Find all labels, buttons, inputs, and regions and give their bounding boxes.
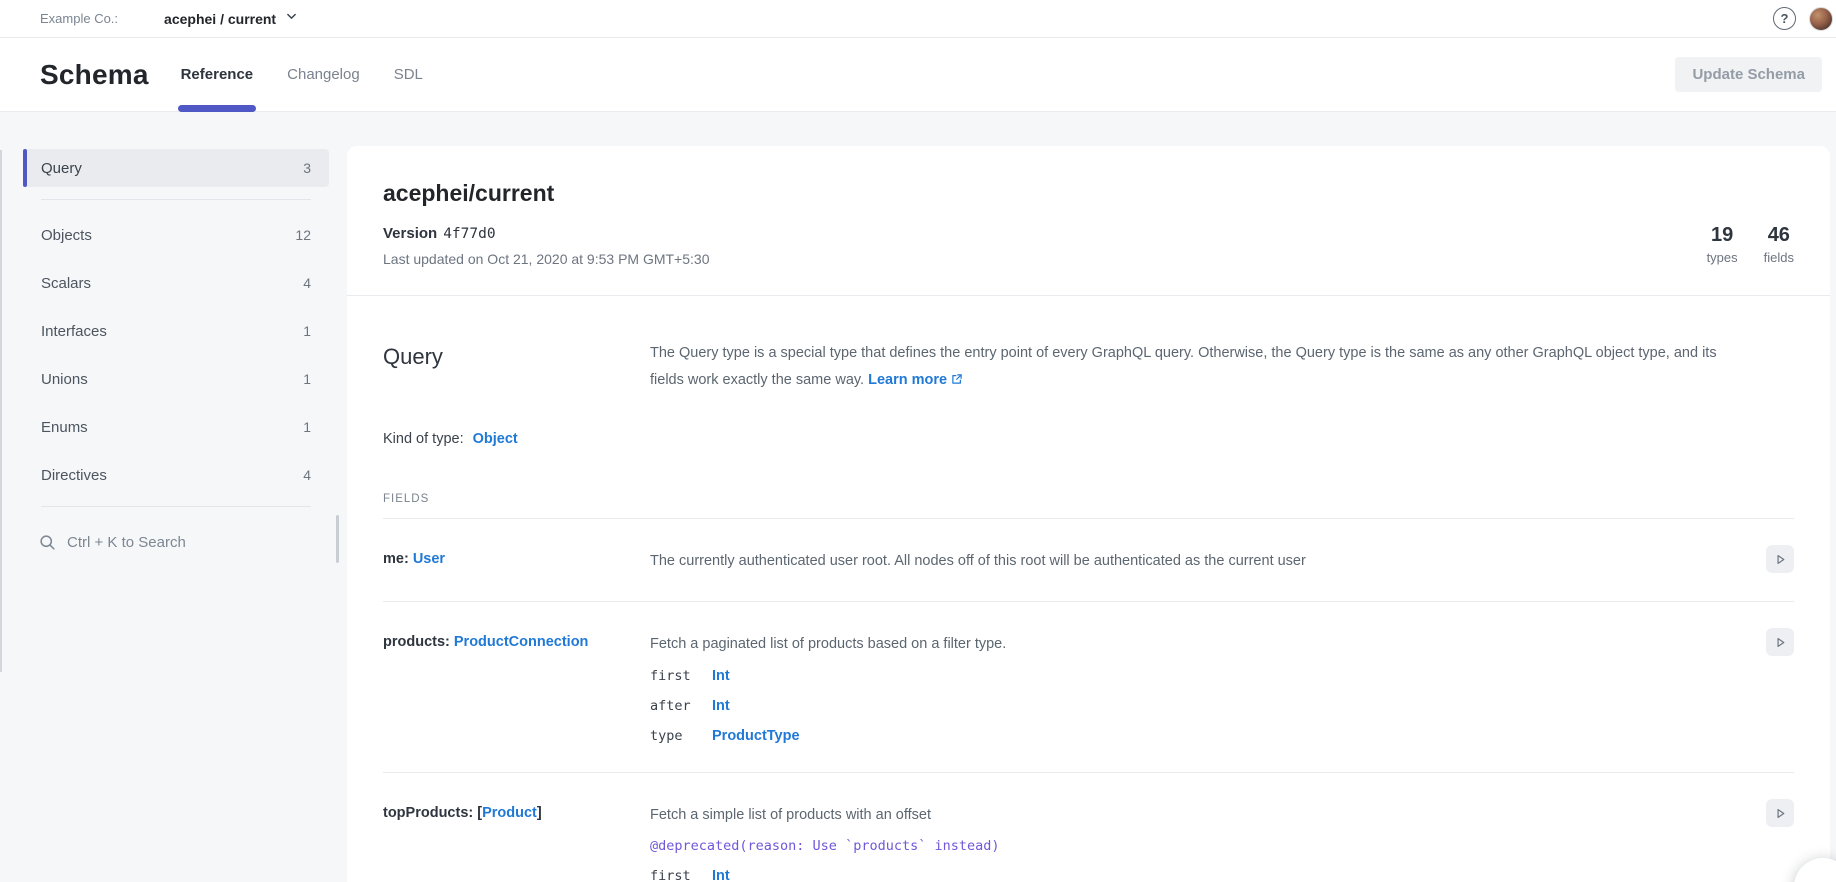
- top-bar: Example Co.: acephei / current ?: [0, 0, 1836, 38]
- content-area: Query 3 Objects 12 Scalars 4 Interfaces …: [0, 112, 1836, 882]
- field-row-products: products: ProductConnection Fetch a pagi…: [383, 602, 1794, 773]
- tab-bar: Reference Changelog SDL: [181, 38, 423, 111]
- kind-label: Kind of type:: [383, 431, 464, 447]
- left-scrollbar-track: [0, 150, 2, 672]
- run-query-button[interactable]: [1766, 545, 1794, 573]
- stat-label: fields: [1764, 250, 1794, 265]
- arg-name: first: [650, 868, 712, 882]
- arg-type-link[interactable]: Int: [712, 668, 730, 684]
- arg-type-link[interactable]: Int: [712, 698, 730, 714]
- learn-more-link[interactable]: Learn more: [868, 372, 963, 388]
- run-query-button[interactable]: [1766, 799, 1794, 827]
- external-link-icon: [951, 373, 963, 389]
- sidebar-item-count: 3: [303, 160, 311, 176]
- arg-type-link[interactable]: Int: [712, 868, 730, 882]
- kind-of-type-row: Kind of type: Object: [383, 431, 1794, 447]
- last-updated: Last updated on Oct 21, 2020 at 9:53 PM …: [383, 251, 709, 267]
- sidebar-scrollbar-thumb[interactable]: [336, 515, 339, 563]
- graph-selector-label: acephei / current: [164, 11, 276, 27]
- arg-name: type: [650, 728, 712, 744]
- sidebar-item-label: Enums: [41, 419, 88, 436]
- graph-title: acephei/current: [383, 180, 709, 207]
- schema-reference-card: acephei/current Version 4f77d0 Last updat…: [347, 146, 1830, 882]
- sidebar-item-label: Query: [41, 160, 82, 177]
- run-query-button[interactable]: [1766, 628, 1794, 656]
- sidebar-item-label: Interfaces: [41, 323, 107, 340]
- sidebar-item-objects[interactable]: Objects 12: [23, 216, 329, 254]
- play-icon: [1774, 807, 1787, 820]
- field-type-link[interactable]: Product: [482, 805, 537, 821]
- sidebar-item-scalars[interactable]: Scalars 4: [23, 264, 329, 302]
- type-description: The Query type is a special type that de…: [650, 340, 1794, 395]
- stat-label: types: [1707, 250, 1738, 265]
- field-arg: after Int: [650, 698, 1754, 714]
- field-row-me: me: User The currently authenticated use…: [383, 519, 1794, 602]
- avatar[interactable]: [1809, 7, 1833, 31]
- version-label: Version: [383, 225, 437, 242]
- sidebar-item-count: 1: [303, 323, 311, 339]
- type-nav-sidebar: Query 3 Objects 12 Scalars 4 Interfaces …: [23, 149, 329, 561]
- stat-value: 46: [1764, 224, 1794, 247]
- play-icon: [1774, 636, 1787, 649]
- graph-selector[interactable]: acephei / current: [164, 10, 298, 28]
- tab-changelog[interactable]: Changelog: [287, 38, 360, 111]
- type-name: Query: [383, 344, 650, 395]
- search-hint: Ctrl + K to Search: [67, 534, 186, 551]
- page-title: Schema: [40, 59, 149, 91]
- field-name: topProducts:: [383, 805, 473, 821]
- chevron-down-icon: [285, 10, 298, 28]
- sidebar-item-label: Scalars: [41, 275, 91, 292]
- version-value: 4f77d0: [443, 226, 495, 242]
- field-description: Fetch a simple list of products with an …: [650, 805, 1754, 825]
- page-header: Schema Reference Changelog SDL Update Sc…: [0, 38, 1836, 112]
- help-button[interactable]: ?: [1773, 7, 1796, 30]
- field-description: Fetch a paginated list of products based…: [650, 634, 1754, 654]
- field-description: The currently authenticated user root. A…: [650, 551, 1754, 571]
- field-type-link[interactable]: ProductConnection: [454, 634, 589, 650]
- sidebar-item-label: Unions: [41, 371, 88, 388]
- field-arg: type ProductType: [650, 728, 1754, 744]
- update-schema-button[interactable]: Update Schema: [1675, 57, 1822, 92]
- stat-types: 19 types: [1707, 224, 1738, 265]
- sidebar-item-count: 4: [303, 467, 311, 483]
- sidebar-item-enums[interactable]: Enums 1: [23, 408, 329, 446]
- sidebar-item-unions[interactable]: Unions 1: [23, 360, 329, 398]
- divider: [41, 506, 311, 507]
- tab-reference[interactable]: Reference: [181, 38, 254, 111]
- sidebar-item-query[interactable]: Query 3: [23, 149, 329, 187]
- sidebar-item-count: 1: [303, 419, 311, 435]
- arg-type-link[interactable]: ProductType: [712, 728, 800, 744]
- sidebar-item-count: 4: [303, 275, 311, 291]
- field-type-link[interactable]: User: [413, 551, 445, 567]
- sidebar-item-interfaces[interactable]: Interfaces 1: [23, 312, 329, 350]
- bracket-close: ]: [537, 805, 542, 821]
- field-arg: first Int: [650, 668, 1754, 684]
- sidebar-item-directives[interactable]: Directives 4: [23, 456, 329, 494]
- tab-sdl[interactable]: SDL: [394, 38, 423, 111]
- schema-search[interactable]: Ctrl + K to Search: [23, 523, 329, 561]
- field-name: me:: [383, 551, 409, 567]
- arg-name: first: [650, 668, 712, 684]
- field-name: products:: [383, 634, 450, 650]
- sidebar-item-count: 1: [303, 371, 311, 387]
- divider: [347, 295, 1830, 296]
- divider: [41, 199, 311, 200]
- stat-fields: 46 fields: [1764, 224, 1794, 265]
- fields-section-label: FIELDS: [383, 493, 1794, 519]
- search-icon: [39, 534, 56, 551]
- sidebar-item-count: 12: [295, 227, 311, 243]
- question-mark-icon: ?: [1781, 11, 1789, 26]
- field-arg: first Int: [650, 868, 1754, 882]
- play-icon: [1774, 553, 1787, 566]
- sidebar-item-label: Directives: [41, 467, 107, 484]
- kind-type-link[interactable]: Object: [473, 431, 518, 447]
- sidebar-item-label: Objects: [41, 227, 92, 244]
- deprecated-directive: @deprecated(reason: Use `products` inste…: [650, 838, 1754, 854]
- field-row-topproducts: topProducts: [Product] Fetch a simple li…: [383, 773, 1794, 882]
- arg-name: after: [650, 698, 712, 714]
- stat-value: 19: [1707, 224, 1738, 247]
- org-label: Example Co.:: [40, 11, 118, 26]
- schema-stats: 19 types 46 fields: [1707, 224, 1794, 267]
